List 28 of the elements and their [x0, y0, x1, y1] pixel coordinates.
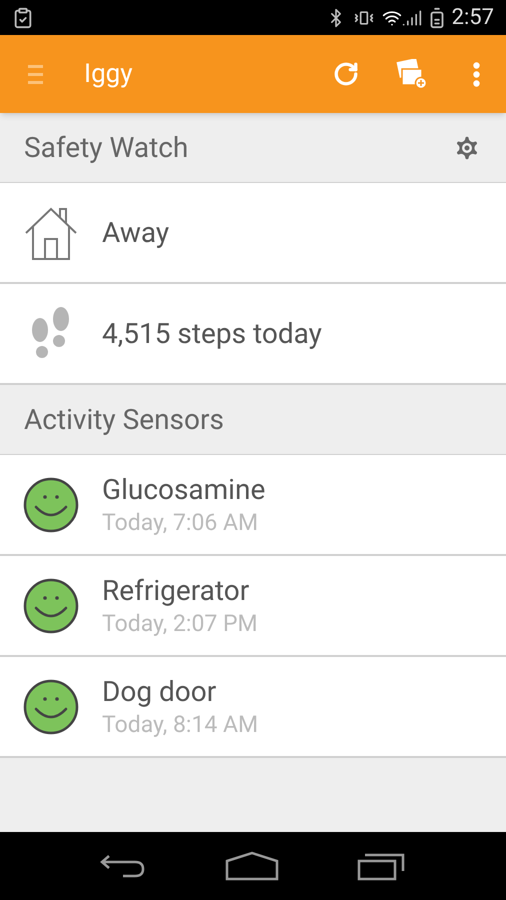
sensor-name: Glucosamine [102, 472, 266, 508]
sensor-name: Dog door [102, 674, 218, 710]
home-button[interactable] [225, 851, 279, 881]
refresh-icon [333, 61, 359, 87]
watch-label: 4,515 steps today [102, 316, 322, 352]
section-title: Activity Sensors [24, 402, 224, 438]
section-title: Safety Watch [24, 130, 188, 166]
sensor-time: Today, 2:07 PM [102, 608, 258, 638]
recent-apps-button[interactable] [357, 851, 407, 881]
clock: 2:57 [452, 4, 494, 32]
app-title: Iggy [84, 58, 134, 90]
watch-row[interactable]: Away [0, 183, 506, 284]
watch-label: Away [102, 214, 170, 250]
sensor-time: Today, 8:14 AM [102, 710, 258, 740]
cards-plus-icon [394, 59, 428, 89]
clipboard-icon [12, 6, 34, 28]
sensor-time: Today, 7:06 AM [102, 508, 260, 538]
watch-row[interactable]: 4,515 steps today [0, 284, 506, 385]
sensor-name: Refrigerator [102, 572, 250, 608]
smiley-icon [23, 476, 79, 532]
smiley-icon [23, 678, 79, 734]
more-icon [472, 62, 480, 86]
sensor-row[interactable]: Dog door Today, 8:14 AM [0, 657, 506, 758]
sensor-row[interactable]: Glucosamine Today, 7:06 AM [0, 455, 506, 556]
sensor-row[interactable]: Refrigerator Today, 2:07 PM [0, 556, 506, 657]
back-button[interactable] [99, 852, 147, 880]
signal-icon [402, 8, 422, 28]
smiley-icon [23, 578, 79, 634]
